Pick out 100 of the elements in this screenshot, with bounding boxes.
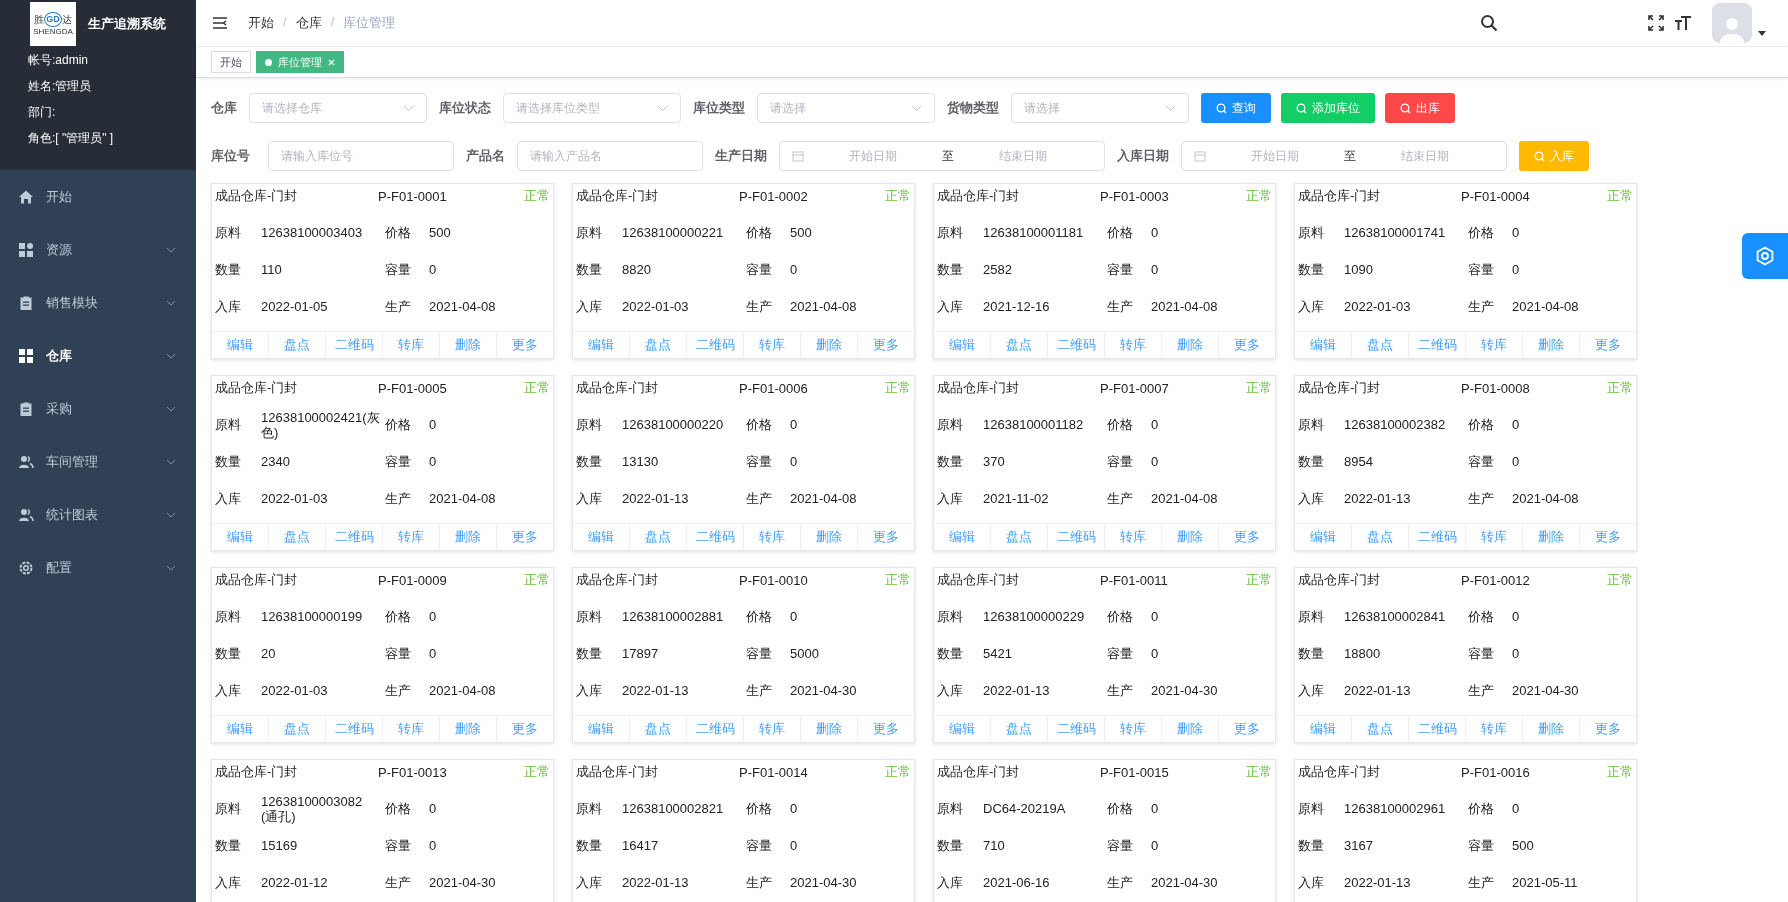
menu-icon[interactable]	[212, 16, 228, 30]
card-action-link[interactable]: 二维码	[1047, 716, 1104, 742]
card-action-link[interactable]: 二维码	[686, 716, 743, 742]
card-action-link[interactable]: 转库	[1465, 524, 1522, 550]
card-action-link[interactable]: 删除	[1161, 716, 1218, 742]
card-action-link[interactable]: 编辑	[573, 332, 629, 358]
card-action-link[interactable]: 二维码	[686, 524, 743, 550]
card-action-link[interactable]: 编辑	[934, 716, 990, 742]
sidebar-menu-item[interactable]: 开始	[0, 170, 196, 223]
card-action-link[interactable]: 删除	[1522, 332, 1579, 358]
card-action-link[interactable]: 盘点	[629, 524, 686, 550]
action-button[interactable]: 查询	[1201, 93, 1271, 123]
select-field[interactable]: 请选择库位类型	[503, 93, 681, 123]
action-button[interactable]: 出库	[1385, 93, 1455, 123]
card-action-link[interactable]: 更多	[1218, 332, 1275, 358]
card-action-link[interactable]: 转库	[1104, 716, 1161, 742]
card-action-link[interactable]: 删除	[1522, 524, 1579, 550]
card-action-link[interactable]: 盘点	[990, 332, 1047, 358]
card-action-link[interactable]: 更多	[1579, 524, 1636, 550]
card-action-link[interactable]: 编辑	[212, 716, 268, 742]
card-action-link[interactable]: 盘点	[268, 716, 325, 742]
card-action-link[interactable]: 删除	[439, 524, 496, 550]
card-action-link[interactable]: 删除	[800, 716, 857, 742]
sidebar-menu-item[interactable]: 统计图表	[0, 488, 196, 541]
card-action-link[interactable]: 转库	[743, 524, 800, 550]
card-action-link[interactable]: 更多	[496, 524, 553, 550]
search-icon[interactable]	[1480, 14, 1498, 32]
action-button[interactable]: 添加库位	[1281, 93, 1375, 123]
card-action-link[interactable]: 更多	[1579, 332, 1636, 358]
card-action-link[interactable]: 盘点	[1351, 524, 1408, 550]
page-tab[interactable]: 库位管理	[256, 51, 344, 73]
card-action-link[interactable]: 删除	[1522, 716, 1579, 742]
page-tab[interactable]: 开始	[211, 51, 251, 73]
card-action-link[interactable]: 二维码	[1408, 332, 1465, 358]
action-button[interactable]: 入库	[1519, 141, 1589, 171]
fullscreen-icon[interactable]	[1648, 15, 1664, 31]
card-action-link[interactable]: 二维码	[1047, 332, 1104, 358]
card-action-link[interactable]: 更多	[1218, 716, 1275, 742]
select-field[interactable]: 请选择	[1011, 93, 1189, 123]
card-action-link[interactable]: 编辑	[212, 524, 268, 550]
card-action-link[interactable]: 二维码	[1408, 716, 1465, 742]
card-action-link[interactable]: 盘点	[990, 716, 1047, 742]
card-action-link[interactable]: 盘点	[990, 524, 1047, 550]
select-field[interactable]: 请选择	[757, 93, 935, 123]
settings-button[interactable]	[1742, 233, 1788, 279]
card-action-link[interactable]: 转库	[382, 524, 439, 550]
card-action-link[interactable]: 二维码	[686, 332, 743, 358]
card-action-link[interactable]: 更多	[1579, 716, 1636, 742]
text-size-icon[interactable]	[1674, 15, 1692, 31]
card-action-link[interactable]: 二维码	[1047, 524, 1104, 550]
card-action-link[interactable]: 编辑	[573, 524, 629, 550]
card-action-link[interactable]: 删除	[800, 332, 857, 358]
card-action-link[interactable]: 盘点	[1351, 716, 1408, 742]
date-range-field[interactable]: 开始日期 至 结束日期	[1181, 141, 1507, 171]
card-action-link[interactable]: 删除	[439, 716, 496, 742]
card-action-link[interactable]: 转库	[1104, 524, 1161, 550]
card-action-link[interactable]: 编辑	[1295, 332, 1351, 358]
breadcrumb-link[interactable]: 仓库	[295, 14, 322, 32]
date-range-field[interactable]: 开始日期 至 结束日期	[779, 141, 1105, 171]
card-action-link[interactable]: 转库	[743, 716, 800, 742]
card-action-link[interactable]: 二维码	[325, 332, 382, 358]
card-action-link[interactable]: 更多	[1218, 524, 1275, 550]
sidebar-menu-item[interactable]: 采购	[0, 382, 196, 435]
sidebar-menu-item[interactable]: 销售模块	[0, 276, 196, 329]
sidebar-menu-item[interactable]: 资源	[0, 223, 196, 276]
card-action-link[interactable]: 盘点	[268, 332, 325, 358]
card-action-link[interactable]: 编辑	[934, 524, 990, 550]
card-action-link[interactable]: 编辑	[212, 332, 268, 358]
input-field[interactable]: 请输入产品名	[517, 141, 703, 171]
card-action-link[interactable]: 转库	[1104, 332, 1161, 358]
input-field[interactable]: 请输入库位号	[268, 141, 454, 171]
card-action-link[interactable]: 转库	[1465, 716, 1522, 742]
card-action-link[interactable]: 删除	[439, 332, 496, 358]
card-action-link[interactable]: 更多	[857, 332, 914, 358]
card-action-link[interactable]: 更多	[496, 332, 553, 358]
sidebar-menu-item[interactable]: 仓库	[0, 329, 196, 382]
card-action-link[interactable]: 删除	[1161, 332, 1218, 358]
sidebar-menu-item[interactable]: 配置	[0, 541, 196, 594]
card-action-link[interactable]: 盘点	[629, 332, 686, 358]
card-action-link[interactable]: 删除	[1161, 524, 1218, 550]
card-action-link[interactable]: 转库	[382, 332, 439, 358]
card-action-link[interactable]: 编辑	[1295, 716, 1351, 742]
card-action-link[interactable]: 编辑	[573, 716, 629, 742]
select-field[interactable]: 请选择仓库	[249, 93, 427, 123]
card-action-link[interactable]: 二维码	[325, 524, 382, 550]
card-action-link[interactable]: 转库	[743, 332, 800, 358]
card-action-link[interactable]: 盘点	[268, 524, 325, 550]
card-action-link[interactable]: 转库	[1465, 332, 1522, 358]
card-action-link[interactable]: 转库	[382, 716, 439, 742]
sidebar-menu-item[interactable]: 车间管理	[0, 435, 196, 488]
card-action-link[interactable]: 二维码	[325, 716, 382, 742]
card-action-link[interactable]: 删除	[800, 524, 857, 550]
breadcrumb-link[interactable]: 开始	[248, 14, 274, 32]
card-action-link[interactable]: 更多	[857, 524, 914, 550]
caret-icon[interactable]	[1758, 30, 1766, 36]
card-action-link[interactable]: 编辑	[1295, 524, 1351, 550]
card-action-link[interactable]: 更多	[857, 716, 914, 742]
card-action-link[interactable]: 盘点	[1351, 332, 1408, 358]
card-action-link[interactable]: 盘点	[629, 716, 686, 742]
card-action-link[interactable]: 更多	[496, 716, 553, 742]
